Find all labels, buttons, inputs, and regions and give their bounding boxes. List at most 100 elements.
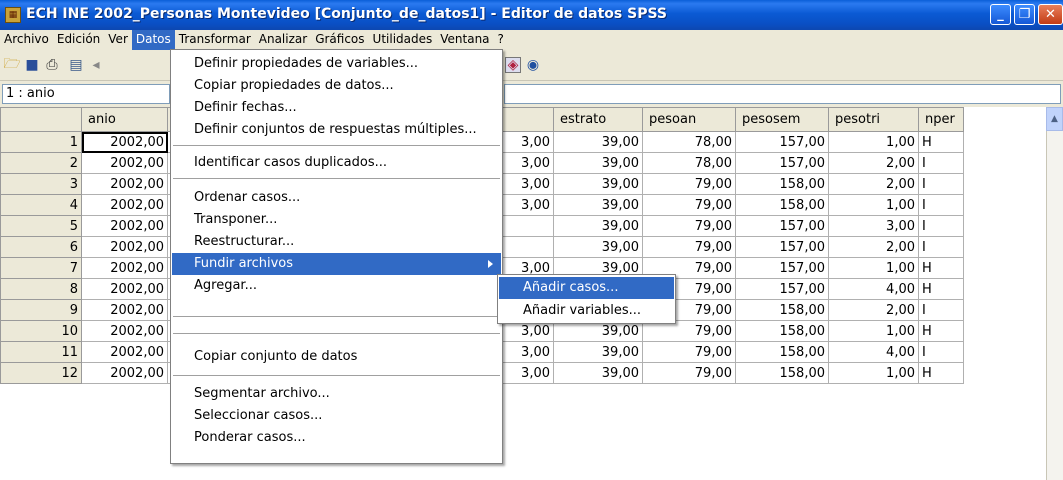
cell-next[interactable]: I	[918, 215, 964, 237]
row-number[interactable]: 5	[0, 215, 82, 237]
print-icon[interactable]: ⎙	[44, 57, 60, 73]
cell-pesotri[interactable]: 157,00	[735, 152, 829, 174]
row-number[interactable]: 9	[0, 299, 82, 321]
cell-nper[interactable]: 3,00	[828, 215, 919, 237]
menu-graficos[interactable]: Gráficos	[311, 30, 368, 50]
cell-anio[interactable]: 2002,00	[81, 152, 168, 174]
cell-pesoan[interactable]: 39,00	[553, 131, 643, 153]
cell-pesoan[interactable]: 39,00	[553, 362, 643, 384]
cell-anio[interactable]: 2002,00	[81, 257, 168, 279]
cell-value-input[interactable]	[504, 84, 1061, 104]
cell-anio[interactable]: 2002,00	[81, 362, 168, 384]
cell-next[interactable]: I	[918, 299, 964, 321]
cell-pesotri[interactable]: 157,00	[735, 257, 829, 279]
menu-copiar-propiedades[interactable]: Copiar propiedades de datos...	[172, 75, 501, 97]
cell-next[interactable]: I	[918, 194, 964, 216]
menu-datos[interactable]: Datos	[131, 30, 175, 50]
row-number[interactable]: 6	[0, 236, 82, 258]
use-sets-icon[interactable]: ◉	[525, 57, 541, 73]
column-header[interactable]: pesotri	[828, 107, 919, 132]
spss-app-icon[interactable]: ▦	[5, 7, 21, 23]
cell-pesotri[interactable]: 158,00	[735, 320, 829, 342]
undo-icon[interactable]: ◂	[88, 57, 104, 73]
menu-ventana[interactable]: Ventana	[436, 30, 493, 50]
row-number[interactable]: 12	[0, 362, 82, 384]
menu-definir-propiedades[interactable]: Definir propiedades de variables...	[172, 53, 501, 75]
cell-pesosem[interactable]: 79,00	[642, 341, 736, 363]
row-number[interactable]: 3	[0, 173, 82, 195]
cell-pesosem[interactable]: 79,00	[642, 362, 736, 384]
row-number[interactable]: 2	[0, 152, 82, 174]
menu-ponderar-casos[interactable]: Ponderar casos...	[172, 427, 501, 449]
menu-segmentar-archivo[interactable]: Segmentar archivo...	[172, 383, 501, 405]
cell-pesosem[interactable]: 78,00	[642, 131, 736, 153]
cell-next[interactable]: H	[918, 320, 964, 342]
menu-utilidades[interactable]: Utilidades	[369, 30, 437, 50]
cell-next[interactable]: H	[918, 257, 964, 279]
menu-anadir-variables[interactable]: Añadir variables...	[499, 300, 674, 322]
cell-pesotri[interactable]: 157,00	[735, 278, 829, 300]
row-number[interactable]: 11	[0, 341, 82, 363]
cell-nper[interactable]: 1,00	[828, 194, 919, 216]
cell-next[interactable]: I	[918, 173, 964, 195]
column-header[interactable]: estrato	[553, 107, 643, 132]
menu-copiar-conjunto[interactable]: Copiar conjunto de datos	[172, 346, 501, 368]
cell-nper[interactable]: 1,00	[828, 320, 919, 342]
row-number[interactable]: 7	[0, 257, 82, 279]
cell-anio[interactable]: 2002,00	[81, 341, 168, 363]
cell-pesotri[interactable]: 158,00	[735, 299, 829, 321]
cell-pesotri[interactable]: 157,00	[735, 236, 829, 258]
menu-ver[interactable]: Ver	[104, 30, 132, 50]
cell-pesotri[interactable]: 158,00	[735, 362, 829, 384]
cell-nper[interactable]: 4,00	[828, 278, 919, 300]
cell-pesoan[interactable]: 39,00	[553, 236, 643, 258]
row-number[interactable]: 1	[0, 131, 82, 153]
menu-seleccionar-casos[interactable]: Seleccionar casos...	[172, 405, 501, 427]
menu-respuestas-multiples[interactable]: Definir conjuntos de respuestas múltiple…	[172, 119, 501, 141]
cell-pesosem[interactable]: 79,00	[642, 236, 736, 258]
minimize-button[interactable]: _	[990, 4, 1011, 25]
cell-pesosem[interactable]: 79,00	[642, 215, 736, 237]
cell-nper[interactable]: 1,00	[828, 131, 919, 153]
maximize-button[interactable]: ❐	[1014, 4, 1035, 25]
cell-nper[interactable]: 4,00	[828, 341, 919, 363]
close-button[interactable]: ✕	[1038, 4, 1063, 25]
cell-pesosem[interactable]: 79,00	[642, 194, 736, 216]
cell-pesotri[interactable]: 157,00	[735, 131, 829, 153]
cell-nper[interactable]: 1,00	[828, 257, 919, 279]
cell-anio[interactable]: 2002,00	[81, 131, 168, 153]
cell-next[interactable]: I	[918, 341, 964, 363]
cell-next[interactable]: H	[918, 362, 964, 384]
column-header[interactable]: pesosem	[735, 107, 829, 132]
menu-edicion[interactable]: Edición	[53, 30, 104, 50]
corner-cell[interactable]	[0, 107, 82, 132]
menu-archivo[interactable]: Archivo	[0, 30, 53, 50]
cell-pesoan[interactable]: 39,00	[553, 341, 643, 363]
cell-anio[interactable]: 2002,00	[81, 194, 168, 216]
scroll-up-arrow-icon[interactable]: ▲	[1046, 107, 1063, 131]
vertical-scrollbar[interactable]	[1046, 107, 1063, 480]
cell-nper[interactable]: 2,00	[828, 236, 919, 258]
cell-anio[interactable]: 2002,00	[81, 320, 168, 342]
cell-pesoan[interactable]: 39,00	[553, 194, 643, 216]
cell-anio[interactable]: 2002,00	[81, 278, 168, 300]
menu-analizar[interactable]: Analizar	[255, 30, 311, 50]
cell-pesotri[interactable]: 158,00	[735, 194, 829, 216]
cell-anio[interactable]: 2002,00	[81, 215, 168, 237]
menu-ordenar-casos[interactable]: Ordenar casos...	[172, 187, 501, 209]
save-icon[interactable]: ■	[24, 57, 40, 73]
cell-pesoan[interactable]: 39,00	[553, 152, 643, 174]
menu-anadir-casos[interactable]: Añadir casos...	[499, 277, 674, 299]
cell-pesoan[interactable]: 39,00	[553, 173, 643, 195]
title-bar[interactable]: ▦ ECH INE 2002_Personas Montevideo [Conj…	[0, 0, 1063, 30]
menu-fundir-archivos[interactable]: Fundir archivos	[172, 253, 501, 275]
menu-agregar[interactable]: Agregar...	[172, 275, 501, 297]
cell-next[interactable]: I	[918, 152, 964, 174]
menu-transponer[interactable]: Transponer...	[172, 209, 501, 231]
cell-nper[interactable]: 2,00	[828, 299, 919, 321]
row-number[interactable]: 10	[0, 320, 82, 342]
menu-transformar[interactable]: Transformar	[175, 30, 255, 50]
menu-help[interactable]: ?	[494, 30, 508, 50]
row-number[interactable]: 4	[0, 194, 82, 216]
cell-pesoan[interactable]: 39,00	[553, 215, 643, 237]
